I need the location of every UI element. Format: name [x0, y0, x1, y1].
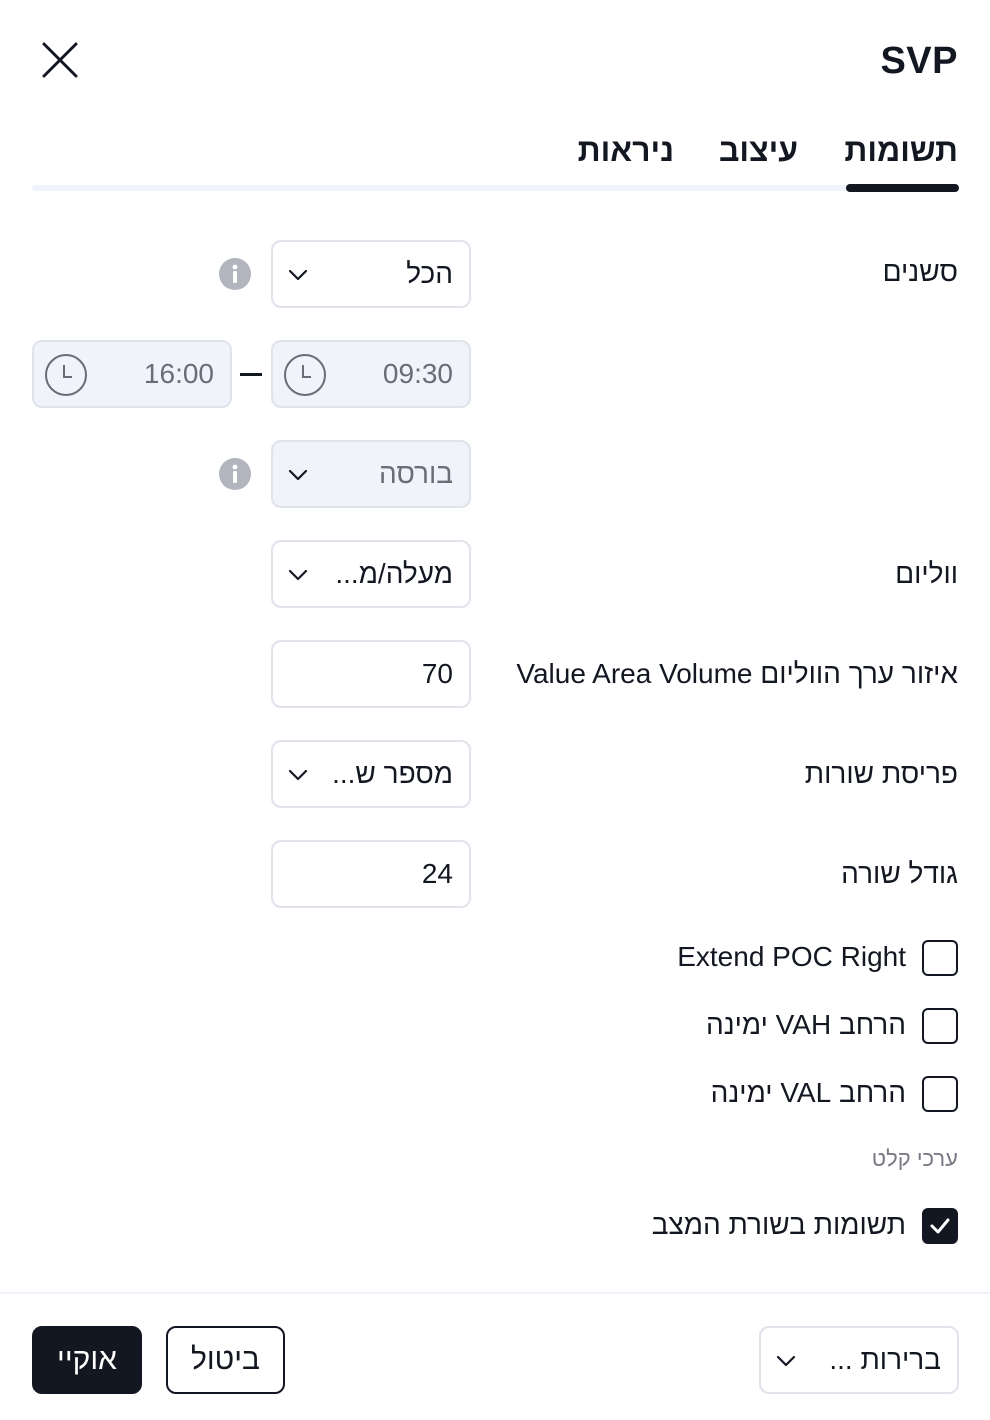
sessions-value: הכל: [406, 258, 453, 289]
tab-visibility[interactable]: ניראות: [578, 132, 674, 169]
extend-val-label: הרחב VAL ימינה: [710, 1077, 906, 1108]
row-size-input[interactable]: 24: [271, 840, 471, 908]
checkmark-icon: [930, 1218, 950, 1234]
session-end-value: 16:00: [143, 358, 214, 389]
tab-inputs[interactable]: תשומות: [844, 132, 958, 169]
chevron-down-icon: [776, 1355, 796, 1367]
cancel-button[interactable]: ביטול: [166, 1326, 285, 1394]
row-layout-label: פריסת שורות: [804, 758, 958, 789]
sessions-select[interactable]: הכל: [271, 240, 471, 308]
volume-label: ווליום: [895, 558, 958, 589]
exchange-value: בורסה: [379, 458, 453, 489]
session-start-time[interactable]: 09:30: [271, 340, 471, 408]
clock-icon: [45, 354, 87, 396]
chevron-down-icon: [288, 769, 308, 781]
inputs-in-status-checkbox[interactable]: [922, 1208, 958, 1244]
active-tab-indicator: [846, 184, 959, 192]
close-icon[interactable]: [38, 38, 82, 82]
ok-button[interactable]: אוקיי: [32, 1326, 142, 1394]
extend-vah-checkbox[interactable]: [922, 1008, 958, 1044]
inputs-in-status-label: תשומות בשורת המצב: [651, 1209, 906, 1240]
defaults-dropdown[interactable]: ברירות ...: [759, 1326, 959, 1394]
info-icon[interactable]: [218, 257, 252, 291]
extend-val-checkbox[interactable]: [922, 1076, 958, 1112]
footer-divider: [0, 1292, 990, 1294]
input-values-section-title: ערכי קלט: [871, 1146, 958, 1171]
row-layout-select[interactable]: מספר ש...: [271, 740, 471, 808]
defaults-label: ברירות ...: [829, 1344, 941, 1375]
clock-icon: [284, 354, 326, 396]
session-end-time[interactable]: 16:00: [32, 340, 232, 408]
value-area-value: 70: [421, 658, 453, 689]
volume-select[interactable]: מעלה/מ...: [271, 540, 471, 608]
extend-poc-checkbox[interactable]: [922, 940, 958, 976]
volume-value: מעלה/מ...: [335, 558, 453, 589]
extend-poc-label: Extend POC Right: [677, 941, 906, 972]
chevron-down-icon: [288, 469, 308, 481]
chevron-down-icon: [288, 569, 308, 581]
session-start-value: 09:30: [382, 358, 453, 389]
info-icon[interactable]: [218, 457, 252, 491]
sessions-label: סשנים: [882, 256, 958, 287]
row-layout-value: מספר ש...: [332, 758, 453, 789]
dialog-title: SVP: [880, 40, 958, 82]
extend-vah-label: הרחב VAH ימינה: [706, 1009, 906, 1040]
row-size-value: 24: [421, 858, 453, 889]
tabs-track: [32, 185, 958, 191]
row-size-label: גודל שורה: [841, 858, 958, 889]
exchange-select[interactable]: בורסה: [271, 440, 471, 508]
time-range-dash: [240, 373, 262, 376]
chevron-down-icon: [288, 269, 308, 281]
tab-style[interactable]: עיצוב: [719, 132, 798, 169]
value-area-label: איזור ערך הווליום Value Area Volume: [516, 658, 958, 689]
value-area-input[interactable]: 70: [271, 640, 471, 708]
